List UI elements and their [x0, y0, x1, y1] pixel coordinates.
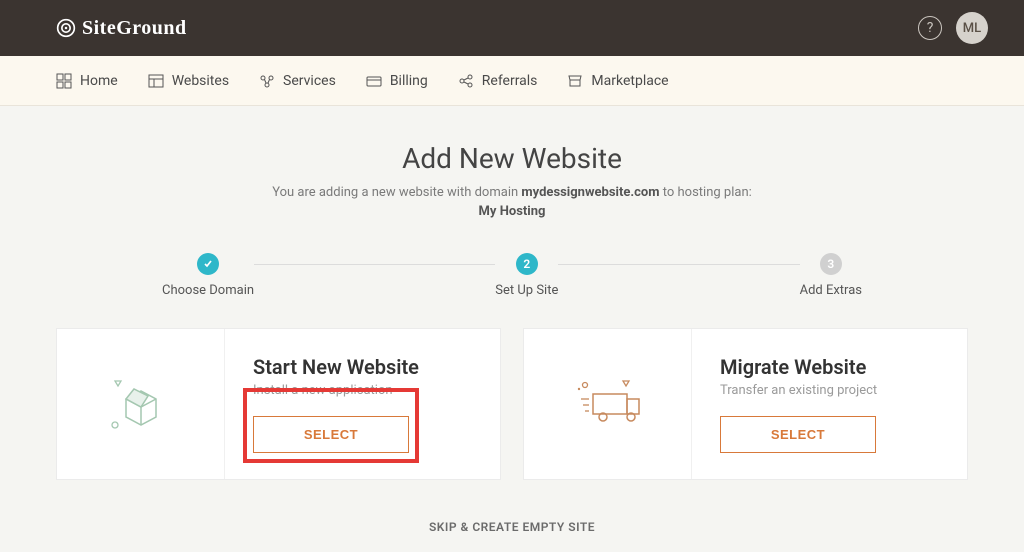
step-divider — [254, 264, 495, 265]
step-divider — [558, 264, 799, 265]
brand-logo[interactable]: SiteGround — [56, 17, 187, 40]
box-icon — [101, 369, 181, 439]
step-label: Set Up Site — [495, 283, 558, 298]
card-illustration — [524, 329, 692, 479]
nav-label: Services — [283, 73, 336, 89]
subtitle-pre: You are adding a new website with domain — [272, 185, 521, 200]
skip-link[interactable]: SKIP & CREATE EMPTY SITE — [56, 520, 968, 534]
services-icon — [259, 73, 275, 89]
avatar[interactable]: ML — [956, 12, 988, 44]
nav-label: Marketplace — [591, 73, 668, 89]
page-subtitle: You are adding a new website with domain… — [56, 185, 968, 200]
marketplace-icon — [567, 73, 583, 89]
card-subtitle: Transfer an existing project — [720, 383, 939, 398]
card-title: Start New Website — [253, 355, 472, 379]
websites-icon — [148, 73, 164, 89]
nav-services[interactable]: Services — [259, 73, 336, 89]
topbar: SiteGround ? ML — [0, 0, 1024, 56]
logo-swirl-icon — [56, 18, 76, 38]
billing-icon — [366, 73, 382, 89]
select-start-button[interactable]: SELECT — [253, 416, 409, 453]
subtitle-post: to hosting plan: — [660, 185, 752, 200]
nav-referrals[interactable]: Referrals — [458, 73, 538, 89]
card-migrate: Migrate Website Transfer an existing pro… — [523, 328, 968, 480]
plan-name: My Hosting — [56, 204, 968, 219]
nav-label: Websites — [172, 73, 229, 89]
nav-websites[interactable]: Websites — [148, 73, 229, 89]
card-subtitle: Install a new application — [253, 383, 472, 398]
stepper: Choose Domain 2 Set Up Site 3 Add Extras — [162, 253, 862, 298]
step-add-extras: 3 Add Extras — [800, 253, 862, 298]
nav-label: Referrals — [482, 73, 538, 89]
card-start-new: Start New Website Install a new applicat… — [56, 328, 501, 480]
step-choose-domain: Choose Domain — [162, 253, 254, 298]
card-body: Start New Website Install a new applicat… — [225, 329, 500, 479]
nav-marketplace[interactable]: Marketplace — [567, 73, 668, 89]
truck-icon — [563, 369, 653, 439]
navbar: Home Websites Services Billing Referrals… — [0, 56, 1024, 106]
topbar-right: ? ML — [918, 12, 988, 44]
nav-label: Home — [80, 73, 118, 89]
step-set-up-site: 2 Set Up Site — [495, 253, 558, 298]
card-title: Migrate Website — [720, 355, 939, 379]
referrals-icon — [458, 73, 474, 89]
nav-billing[interactable]: Billing — [366, 73, 428, 89]
select-migrate-button[interactable]: SELECT — [720, 416, 876, 453]
nav-home[interactable]: Home — [56, 73, 118, 89]
home-icon — [56, 73, 72, 89]
step-label: Choose Domain — [162, 283, 254, 298]
subtitle-domain: mydessignwebsite.com — [521, 185, 659, 200]
help-icon[interactable]: ? — [918, 16, 942, 40]
main-content: Add New Website You are adding a new web… — [0, 106, 1024, 534]
card-illustration — [57, 329, 225, 479]
nav-label: Billing — [390, 73, 428, 89]
step-number: 2 — [516, 253, 538, 275]
page-title: Add New Website — [56, 142, 968, 175]
card-body: Migrate Website Transfer an existing pro… — [692, 329, 967, 479]
brand-name: SiteGround — [82, 17, 187, 40]
check-icon — [197, 253, 219, 275]
step-number: 3 — [820, 253, 842, 275]
option-cards: Start New Website Install a new applicat… — [56, 328, 968, 480]
step-label: Add Extras — [800, 283, 862, 298]
